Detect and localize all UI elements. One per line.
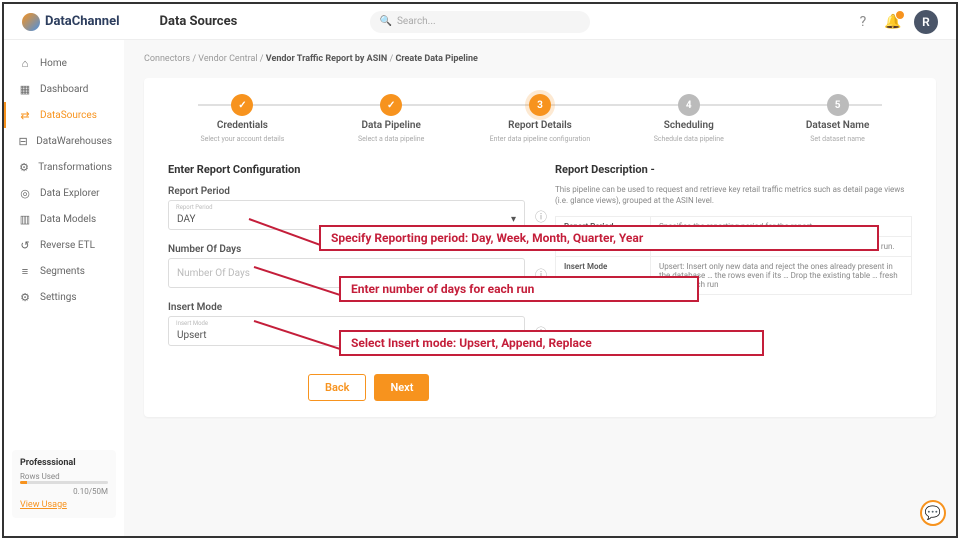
stepper: ✓CredentialsSelect your account details✓… (168, 94, 912, 143)
nav-icon: ▥ (18, 212, 32, 226)
annotation-3: Select Insert mode: Upsert, Append, Repl… (339, 330, 764, 356)
step-credentials[interactable]: ✓CredentialsSelect your account details (168, 94, 317, 143)
sidebar-item-datasources[interactable]: ⇄DataSources (4, 102, 124, 128)
chevron-down-icon: ▾ (511, 214, 516, 225)
sidebar-item-home[interactable]: ⌂Home (4, 50, 124, 76)
view-usage-link[interactable]: View Usage (20, 500, 67, 510)
report-period-field: Report Period Report Period DAY ▾ ⓘ (168, 186, 525, 230)
report-description-title: Report Description - (555, 163, 912, 176)
page-title: Data Sources (160, 14, 238, 29)
search-input[interactable]: 🔍 Search... (370, 11, 590, 33)
brand-name: DataChannel (45, 14, 120, 29)
avatar[interactable]: R (914, 10, 938, 34)
next-button[interactable]: Next (374, 374, 429, 401)
nav-icon: ≡ (18, 264, 32, 278)
notification-badge (895, 10, 905, 20)
sidebar-item-data explorer[interactable]: ◎Data Explorer (4, 180, 124, 206)
brand-logo[interactable]: DataChannel (22, 13, 120, 31)
plan-name: Professsional (20, 458, 108, 468)
step-data-pipeline[interactable]: ✓Data PipelineSelect a data pipeline (317, 94, 466, 143)
step-scheduling[interactable]: 4SchedulingSchedule data pipeline (614, 94, 763, 143)
plan-rows-label: Rows Used (20, 472, 108, 481)
nav-icon: ⇄ (18, 108, 32, 122)
sidebar: ⌂Home▦Dashboard⇄DataSources⊟DataWarehous… (4, 40, 124, 536)
form-section-title: Enter Report Configuration (168, 163, 525, 176)
sidebar-item-datawarehouses[interactable]: ⊟DataWarehouses (4, 128, 124, 154)
step-dataset-name[interactable]: 5Dataset NameSet dataset name (763, 94, 912, 143)
annotation-2: Enter number of days for each run (339, 276, 699, 302)
sidebar-item-segments[interactable]: ≡Segments (4, 258, 124, 284)
nav-icon: ↺ (18, 238, 32, 252)
search-icon: 🔍 (380, 16, 392, 27)
sidebar-item-reverse etl[interactable]: ↺Reverse ETL (4, 232, 124, 258)
sidebar-item-settings[interactable]: ⚙Settings (4, 284, 124, 310)
breadcrumb: Connectors / Vendor Central / Vendor Tra… (144, 54, 936, 64)
nav-icon: ⚙ (18, 160, 30, 174)
topbar: DataChannel Data Sources 🔍 Search... ? 🔔… (4, 4, 956, 40)
help-icon[interactable]: ? (854, 13, 872, 31)
chat-button[interactable]: 💬 (920, 500, 946, 526)
plan-card: Professsional Rows Used 0.10/50M View Us… (12, 450, 116, 518)
notifications-icon[interactable]: 🔔 (884, 13, 902, 31)
brand-icon (22, 13, 40, 31)
nav-icon: ▦ (18, 82, 32, 96)
step-report-details[interactable]: 3Report DetailsEnter data pipeline confi… (466, 94, 615, 143)
nav-icon: ◎ (18, 186, 32, 200)
annotation-1: Specify Reporting period: Day, Week, Mon… (319, 225, 879, 251)
report-description-text: This pipeline can be used to request and… (555, 184, 912, 206)
info-icon[interactable]: ⓘ (535, 208, 547, 225)
main-content: Connectors / Vendor Central / Vendor Tra… (124, 40, 956, 536)
sidebar-item-dashboard[interactable]: ▦Dashboard (4, 76, 124, 102)
nav-icon: ⌂ (18, 56, 32, 70)
nav-icon: ⚙ (18, 290, 32, 304)
plan-rows-value: 0.10/50M (20, 487, 108, 496)
plan-usage-bar (20, 481, 108, 484)
back-button[interactable]: Back (308, 374, 366, 401)
nav-icon: ⊟ (18, 134, 28, 148)
sidebar-item-data models[interactable]: ▥Data Models (4, 206, 124, 232)
sidebar-item-transformations[interactable]: ⚙Transformations (4, 154, 124, 180)
search-placeholder: Search... (397, 16, 436, 27)
